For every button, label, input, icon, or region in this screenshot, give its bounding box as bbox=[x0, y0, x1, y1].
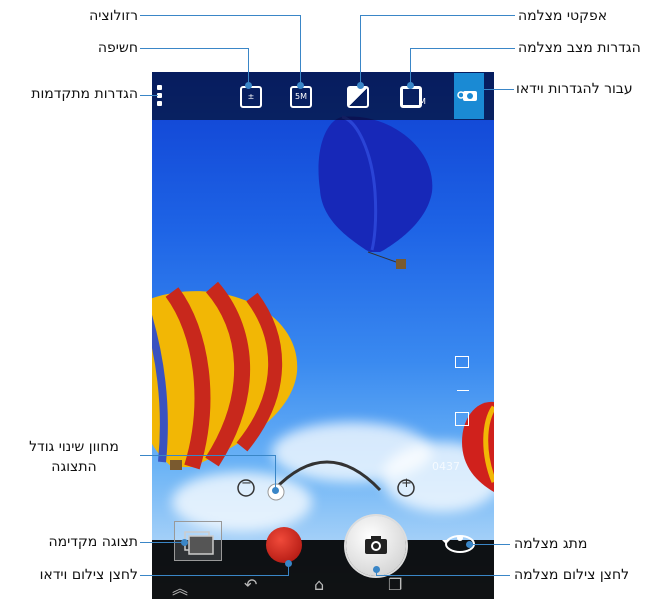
callout-resolution: רזולוציה bbox=[89, 8, 138, 24]
video-record-button[interactable] bbox=[266, 527, 302, 563]
striped-balloon bbox=[152, 281, 298, 470]
callout-line bbox=[360, 15, 361, 85]
mode-badge-label: M bbox=[419, 97, 426, 106]
callout-camera-shutter: לחצן צילום מצלמה bbox=[514, 567, 630, 583]
callout-line bbox=[140, 455, 275, 456]
blue-balloon bbox=[318, 115, 433, 269]
callout-zoom-indicator: מחוון שינוי גודל התצוגה bbox=[29, 439, 119, 475]
camera-viewfinder: ± 5M M 0437 − + ︽ ↶ ⌂ ❐ bbox=[152, 72, 494, 599]
advanced-settings-icon[interactable] bbox=[157, 85, 163, 107]
callout-line bbox=[140, 48, 248, 49]
recent-apps-icon[interactable]: ❐ bbox=[388, 575, 402, 594]
exposure-icon[interactable]: ± bbox=[240, 86, 262, 108]
camera-effects-icon[interactable] bbox=[347, 86, 369, 108]
camera-top-toolbar bbox=[152, 72, 494, 120]
callout-line bbox=[470, 544, 510, 545]
callout-line bbox=[360, 15, 515, 16]
callout-camera-switch: מתג מצלמה bbox=[514, 536, 588, 552]
callout-dot bbox=[272, 487, 279, 494]
nav-up-icon[interactable]: ︽ bbox=[172, 575, 188, 599]
callout-camera-mode-settings: הגדרות מצב מצלמה bbox=[518, 40, 641, 56]
callout-dot bbox=[466, 541, 473, 548]
callout-dot bbox=[297, 82, 304, 89]
callout-dot bbox=[285, 560, 292, 567]
callout-dot bbox=[373, 566, 380, 573]
callout-switch-to-video: עבור להגדרות וידאו bbox=[516, 81, 633, 97]
callout-line bbox=[300, 15, 301, 85]
callout-preview: תצוגה מקדימה bbox=[48, 534, 138, 550]
callout-line bbox=[410, 48, 515, 49]
divider bbox=[457, 390, 469, 391]
callout-dot bbox=[407, 82, 414, 89]
callout-line bbox=[376, 575, 510, 576]
callout-line bbox=[484, 89, 514, 90]
callout-video-record: לחצן צילום וידאו bbox=[39, 567, 138, 583]
scene-icon[interactable] bbox=[455, 356, 469, 368]
callout-dot bbox=[181, 539, 188, 546]
callout-line bbox=[140, 95, 158, 96]
zoom-in-icon[interactable]: + bbox=[401, 477, 412, 491]
resolution-badge-label: 5M bbox=[295, 92, 307, 101]
zoom-indicator[interactable] bbox=[152, 452, 494, 532]
callout-dot bbox=[357, 82, 364, 89]
callout-line bbox=[275, 455, 276, 490]
home-icon[interactable]: ⌂ bbox=[314, 575, 324, 594]
callout-dot bbox=[245, 82, 252, 89]
callout-line bbox=[410, 48, 411, 85]
callout-line bbox=[140, 542, 185, 543]
callout-line bbox=[140, 15, 300, 16]
callout-line bbox=[140, 575, 288, 576]
camera-gear-icon bbox=[457, 91, 477, 101]
callout-advanced-settings: הגדרות מתקדמות bbox=[31, 86, 138, 102]
zoom-out-icon[interactable]: − bbox=[241, 477, 252, 491]
switch-to-video-settings-button[interactable] bbox=[454, 73, 484, 119]
camera-mode-icon[interactable]: M bbox=[400, 86, 426, 108]
resolution-icon[interactable]: 5M bbox=[290, 86, 312, 108]
frame-icon[interactable] bbox=[455, 412, 469, 426]
callout-exposure: חשיפה bbox=[97, 40, 138, 56]
callout-line bbox=[248, 48, 249, 85]
callout-camera-effects: אפקטי מצלמה bbox=[518, 8, 608, 24]
back-icon[interactable]: ↶ bbox=[244, 575, 257, 594]
